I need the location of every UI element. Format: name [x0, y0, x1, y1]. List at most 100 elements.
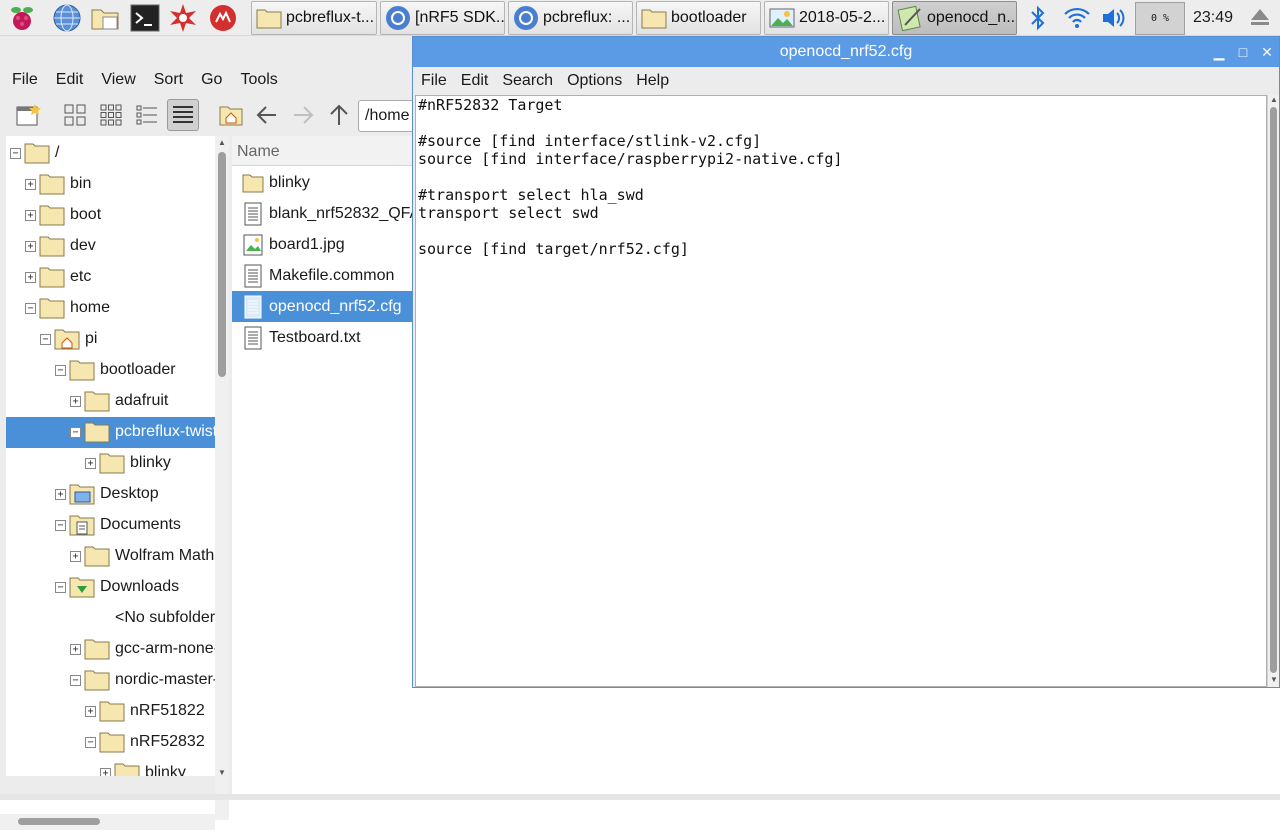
menu-edit[interactable]: Edit — [453, 69, 495, 93]
collapse-icon[interactable]: − — [25, 303, 36, 314]
menu-sort[interactable]: Sort — [142, 68, 189, 92]
collapse-icon[interactable]: − — [70, 675, 81, 686]
file-list-item[interactable]: blank_nrf52832_QFA — [232, 198, 420, 229]
tree-hscroll-thumb[interactable] — [18, 818, 100, 825]
tree-item[interactable]: − Documents — [6, 510, 215, 541]
thumbnail-view-button[interactable] — [95, 99, 127, 131]
tree-item[interactable]: + bin — [6, 169, 215, 200]
expand-icon[interactable]: + — [55, 489, 66, 500]
taskbar-button-image-viewer[interactable]: 2018-05-2... — [764, 1, 889, 35]
tree-item[interactable]: + gcc-arm-none- — [6, 634, 215, 665]
expand-icon[interactable]: + — [25, 241, 36, 252]
tree-horizontal-scrollbar[interactable] — [0, 814, 215, 830]
expand-icon[interactable]: + — [85, 706, 96, 717]
tree-item[interactable]: + etc — [6, 262, 215, 293]
scroll-up-icon[interactable]: ▲ — [1269, 95, 1279, 105]
file-list-item[interactable]: Testboard.txt — [232, 322, 412, 353]
tree-item[interactable]: + Wolfram Mathe — [6, 541, 215, 572]
tree-item[interactable]: + adafruit — [6, 386, 215, 417]
tree-item[interactable]: − bootloader — [6, 355, 215, 386]
icon-view-button[interactable] — [59, 99, 91, 131]
collapse-icon[interactable]: − — [55, 582, 66, 593]
terminal-icon[interactable] — [130, 3, 160, 33]
compact-view-button[interactable] — [131, 99, 163, 131]
expand-icon[interactable]: + — [100, 768, 111, 776]
back-button[interactable] — [251, 99, 283, 131]
tree-item[interactable]: − nordic-master- — [6, 665, 215, 696]
menu-file[interactable]: File — [0, 68, 44, 92]
tree-item[interactable]: + nRF51822 — [6, 696, 215, 727]
eject-icon[interactable] — [1250, 8, 1270, 26]
home-button[interactable] — [215, 99, 247, 131]
file-list-item[interactable]: Makefile.common — [232, 260, 412, 291]
expand-icon[interactable]: + — [25, 210, 36, 221]
file-list-item[interactable]: board1.jpg — [232, 229, 412, 260]
tree-item[interactable]: + blinky — [6, 758, 215, 776]
scroll-down-icon[interactable]: ▼ — [1269, 675, 1279, 685]
wifi-icon[interactable] — [1062, 4, 1092, 32]
collapse-icon[interactable]: − — [70, 427, 81, 438]
file-list-item[interactable]: openocd_nrf52.cfg — [232, 291, 412, 322]
expand-icon[interactable]: + — [85, 458, 96, 469]
tree-item[interactable]: − pi — [6, 324, 215, 355]
collapse-icon[interactable]: − — [85, 737, 96, 748]
editor-text-area[interactable]: #nRF52832 Target #source [find interface/… — [415, 95, 1267, 687]
file-manager-icon[interactable] — [90, 3, 120, 33]
minimize-button[interactable]: ▁ — [1207, 37, 1231, 67]
clock[interactable]: 23:49 — [1193, 9, 1233, 27]
file-list-item[interactable]: blinky — [232, 167, 412, 198]
tree-scroll-thumb[interactable] — [218, 152, 226, 377]
menu-search[interactable]: Search — [494, 69, 559, 93]
tree-item[interactable]: + Desktop — [6, 479, 215, 510]
menu-file[interactable]: File — [413, 69, 453, 93]
cpu-monitor[interactable]: 0 % — [1135, 2, 1185, 35]
collapse-icon[interactable]: − — [55, 365, 66, 376]
editor-scroll-thumb[interactable] — [1270, 107, 1277, 673]
tree-item[interactable]: − Downloads — [6, 572, 215, 603]
menu-help[interactable]: Help — [628, 69, 675, 93]
web-browser-icon[interactable] — [52, 3, 82, 33]
scroll-up-icon[interactable]: ▲ — [217, 138, 227, 148]
tree-item[interactable]: − home — [6, 293, 215, 324]
forward-button[interactable] — [287, 99, 319, 131]
tree-item[interactable]: + boot — [6, 200, 215, 231]
collapse-icon[interactable]: − — [55, 520, 66, 531]
maximize-button[interactable]: □ — [1231, 37, 1255, 67]
expand-icon[interactable]: + — [70, 644, 81, 655]
expand-icon[interactable]: + — [25, 272, 36, 283]
mathematica-icon[interactable] — [168, 3, 198, 33]
bluetooth-icon[interactable] — [1028, 4, 1048, 32]
collapse-icon[interactable]: − — [10, 148, 21, 159]
tree-vertical-scrollbar[interactable]: ▲ ▼ — [215, 136, 229, 820]
tree-item[interactable]: + blinky — [6, 448, 215, 479]
taskbar-button-file-manager-1[interactable]: pcbreflux-t... — [251, 1, 377, 35]
menu-view[interactable]: View — [89, 68, 141, 92]
expand-icon[interactable]: + — [70, 551, 81, 562]
tree-item[interactable]: + dev — [6, 231, 215, 262]
new-window-button[interactable] — [12, 99, 44, 131]
close-button[interactable]: ✕ — [1255, 37, 1279, 67]
list-view-button[interactable] — [167, 99, 199, 131]
tree-item[interactable]: − / — [6, 138, 215, 169]
wolfram-icon[interactable] — [208, 3, 238, 33]
expand-icon[interactable]: + — [70, 396, 81, 407]
menu-tools[interactable]: Tools — [228, 68, 283, 92]
collapse-icon[interactable]: − — [40, 334, 51, 345]
taskbar-button-chromium-2[interactable]: pcbreflux: ... — [508, 1, 633, 35]
scroll-down-icon[interactable]: ▼ — [217, 768, 227, 778]
raspberry-menu-icon[interactable] — [7, 3, 37, 33]
menu-go[interactable]: Go — [189, 68, 228, 92]
editor-vertical-scrollbar[interactable]: ▲ ▼ — [1267, 95, 1279, 687]
tree-item[interactable]: − nRF52832 — [6, 727, 215, 758]
tree-item[interactable]: <No subfolders — [6, 603, 215, 634]
taskbar-button-text-editor[interactable]: openocd_n... — [892, 1, 1017, 35]
menu-options[interactable]: Options — [559, 69, 628, 93]
menu-edit[interactable]: Edit — [44, 68, 90, 92]
tree-item[interactable]: − pcbreflux-twist — [6, 417, 215, 448]
window-title[interactable]: openocd_nrf52.cfg — [413, 37, 1279, 67]
taskbar-button-file-manager-2[interactable]: bootloader — [636, 1, 761, 35]
taskbar-button-chromium-1[interactable]: [nRF5 SDK... — [380, 1, 505, 35]
up-button[interactable] — [323, 99, 355, 131]
expand-icon[interactable]: + — [25, 179, 36, 190]
volume-icon[interactable] — [1100, 4, 1128, 32]
